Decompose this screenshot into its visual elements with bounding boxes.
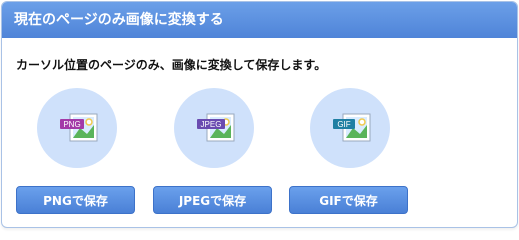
save-png-button[interactable]: PNGで保存 [16,186,135,214]
convert-page-panel: 現在のページのみ画像に変換する カーソル位置のページのみ、画像に変換して保存しま… [1,1,518,228]
gif-file-icon: GIF [333,113,371,142]
png-file-icon: PNG [60,113,98,142]
png-icon-circle: PNG [37,88,117,168]
gif-icon-circle: GIF [310,88,390,168]
panel-title: 現在のページのみ画像に変換する [2,2,517,38]
panel-description: カーソル位置のページのみ、画像に変換して保存します。 [16,58,327,72]
jpeg-file-icon: JPEG [197,113,235,142]
jpeg-icon-circle: JPEG [174,88,254,168]
gif-badge-text: GIF [337,120,350,129]
png-badge-text: PNG [63,120,80,129]
save-gif-button[interactable]: GIFで保存 [289,186,408,214]
jpeg-badge-text: JPEG [201,120,222,129]
save-jpeg-button[interactable]: JPEGで保存 [153,186,272,214]
